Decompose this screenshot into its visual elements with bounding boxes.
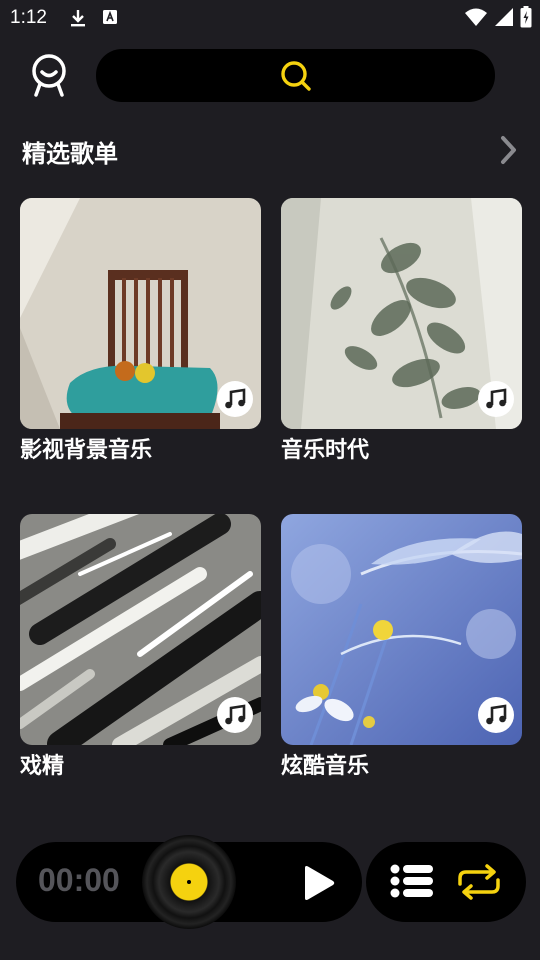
repeat-icon[interactable] [456,864,502,900]
playlist-cover[interactable] [281,514,522,745]
music-note-badge[interactable] [217,697,253,733]
music-note-badge[interactable] [217,381,253,417]
vinyl-disc[interactable] [142,835,236,929]
play-icon[interactable] [300,864,336,902]
music-note-icon [225,704,246,725]
face-outline-icon[interactable] [27,52,71,98]
music-note-icon [486,388,507,409]
playlist-title[interactable]: 音乐时代 [281,432,522,464]
download-icon [71,10,85,27]
playlist-card[interactable]: 影视背景音乐 [20,198,261,464]
playlist-title[interactable]: 戏精 [20,748,261,780]
search-icon[interactable] [279,59,313,93]
playlist-card[interactable]: 炫酷音乐 [281,514,522,780]
section-title: 精选歌单 [22,140,118,168]
wifi-icon [465,8,487,26]
keyboard-a-icon [103,10,117,24]
playlist-cover[interactable] [281,198,522,429]
playlist-title[interactable]: 影视背景音乐 [20,432,261,464]
status-bar: 1:12 [0,0,540,36]
music-note-icon [225,388,246,409]
search-bar[interactable] [96,49,495,102]
mini-player[interactable]: 00:00 [16,835,362,929]
playlist-card[interactable]: 戏精 [20,514,261,780]
playlist-icon[interactable] [390,863,434,899]
player-time: 00:00 [38,862,120,898]
disc-center-dot [187,880,191,884]
signal-icon [495,8,513,26]
status-time: 1:12 [10,7,47,28]
playlist-card[interactable]: 音乐时代 [281,198,522,464]
music-note-badge[interactable] [478,697,514,733]
playlist-cover[interactable] [20,514,261,745]
battery-charging-icon [520,6,532,28]
chevron-right-icon[interactable] [496,135,520,165]
control-bar [366,842,526,922]
playlist-title[interactable]: 炫酷音乐 [281,748,522,780]
music-note-badge[interactable] [478,381,514,417]
playlist-cover[interactable] [20,198,261,429]
music-note-icon [486,704,507,725]
